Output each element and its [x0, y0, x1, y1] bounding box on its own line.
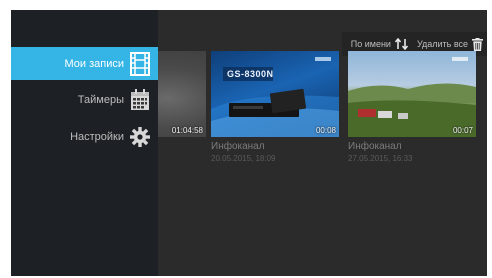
menu-item-timers[interactable]: Таймеры [11, 83, 158, 116]
recording-title: Инфоканал [348, 141, 402, 152]
film-icon [130, 51, 150, 76]
recording-title: Инфоканал [211, 141, 265, 152]
menu-item-settings[interactable]: Настройки [11, 120, 158, 153]
sort-arrows-icon[interactable] [394, 38, 409, 50]
recording-card[interactable]: GS-8300N 00:08 Инфоканал 20.05.2015, 18:… [211, 51, 339, 163]
menu-item-label: Таймеры [77, 93, 124, 106]
sort-by-name-button[interactable]: По имени [351, 39, 391, 49]
recording-date: 20.05.2015, 18:09 [211, 154, 276, 163]
trash-icon[interactable] [472, 37, 483, 51]
recording-duration: 00:08 [315, 126, 336, 135]
tv-screen: По имени Удалить все 01:04:58 GS-8300N 0… [11, 10, 487, 276]
menu-item-my-recordings[interactable]: Мои записи [11, 47, 158, 80]
thumbnail-label: GS-8300N [227, 69, 274, 79]
recording-duration: 00:07 [452, 126, 473, 135]
delete-all-button[interactable]: Удалить все [417, 39, 468, 49]
recording-date: 27.05.2015, 16:33 [348, 154, 413, 163]
menu-item-label: Настройки [70, 130, 124, 143]
recording-card[interactable]: 00:07 Инфоканал 27.05.2015, 16:33 [348, 51, 476, 163]
calendar-icon [130, 88, 150, 111]
sidebar-menu: Мои записи Таймеры Настройки [11, 10, 158, 276]
menu-item-label: Мои записи [64, 57, 124, 70]
recording-thumbnail[interactable]: GS-8300N 00:08 [211, 51, 339, 137]
recording-duration: 01:04:58 [171, 126, 203, 135]
recording-thumbnail[interactable]: 00:07 [348, 51, 476, 137]
gear-icon [130, 126, 150, 147]
